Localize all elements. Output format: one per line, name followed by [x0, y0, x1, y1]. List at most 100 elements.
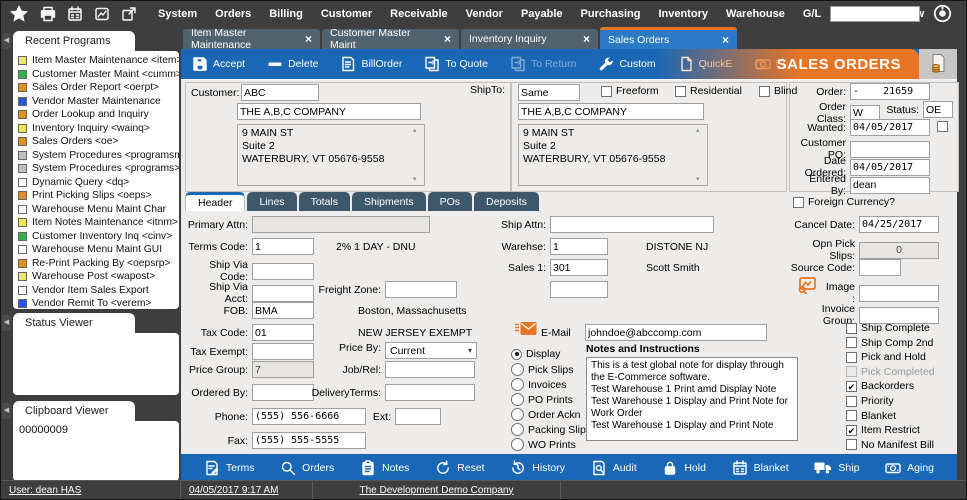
menu-orders[interactable]: Orders — [206, 8, 260, 20]
recent-programs-tab[interactable]: Recent Programs — [13, 31, 135, 51]
sales1-input[interactable] — [550, 259, 608, 276]
audit-bottom-button[interactable]: Audit — [585, 459, 643, 477]
tab-customer-master-maint[interactable]: Customer Master Maint× — [322, 29, 459, 49]
pick-slips-radio[interactable] — [511, 363, 524, 376]
sales2-input[interactable] — [550, 281, 608, 298]
program-item[interactable]: Warehouse Menu Maint GUI — [18, 243, 179, 257]
collapse-clipboard-viewer-button[interactable]: ◀ — [2, 403, 11, 419]
menu-warehouse[interactable]: Warehouse — [717, 8, 794, 20]
source-code-input[interactable] — [859, 259, 901, 276]
order-number-input[interactable] — [850, 83, 930, 100]
invoice-group-input[interactable] — [859, 307, 939, 324]
menu-system[interactable]: System — [149, 8, 206, 20]
program-item[interactable]: Warehouse Menu Maint Char — [18, 203, 179, 217]
customer-address-box[interactable]: 9 MAIN ST Suite 2 WATERBURY, VT 05676-95… — [237, 124, 425, 186]
entered-by-input[interactable] — [850, 177, 930, 194]
terms-code-input[interactable] — [252, 238, 314, 255]
status-company-link[interactable]: The Development Demo Company — [313, 481, 561, 499]
hold-bottom-button[interactable]: Hold — [656, 459, 712, 477]
tax-exempt-input[interactable] — [252, 343, 314, 360]
order-status-input[interactable] — [923, 101, 953, 118]
print-icon[interactable] — [40, 6, 56, 22]
warehse-input[interactable] — [550, 238, 608, 255]
detail-tab-lines[interactable]: Lines — [247, 192, 296, 211]
close-icon[interactable]: × — [583, 32, 590, 46]
freight-zone-input[interactable] — [385, 281, 457, 298]
history-bottom-button[interactable]: History — [504, 459, 571, 477]
phone-input[interactable] — [252, 408, 366, 425]
detail-tab-shipments[interactable]: Shipments — [352, 192, 426, 211]
packing-slips-radio[interactable] — [511, 423, 524, 436]
order-entry-icon[interactable] — [927, 53, 949, 75]
pick-and-hold-checkbox[interactable] — [846, 352, 857, 363]
detail-tab-deposits[interactable]: Deposits — [474, 192, 539, 211]
ext-input[interactable] — [395, 408, 441, 425]
notes-box[interactable]: This is a test global note for display t… — [586, 357, 798, 441]
ship-complete-checkbox[interactable] — [846, 323, 857, 334]
close-icon[interactable]: × — [722, 33, 729, 47]
ship-attn-input[interactable] — [550, 216, 714, 233]
no-manifest-bill-checkbox[interactable] — [846, 439, 857, 450]
fob-input[interactable] — [252, 302, 314, 319]
export-icon[interactable] — [121, 6, 137, 22]
program-item[interactable]: Print Picking Slips <oeps> — [18, 189, 179, 203]
priority-checkbox[interactable] — [846, 396, 857, 407]
accept-button[interactable]: Accept — [181, 49, 256, 79]
blind-checkbox[interactable] — [759, 86, 770, 97]
ordered-by-input[interactable] — [252, 384, 314, 401]
program-item[interactable]: Sales Orders <oe> — [18, 135, 179, 149]
delete-button[interactable]: Delete — [256, 49, 329, 79]
blanket-checkbox[interactable] — [846, 410, 857, 421]
status-user-link[interactable]: User: dean HAS — [1, 481, 181, 499]
program-item[interactable]: Warehouse Post <wapost> — [18, 270, 179, 284]
ship-via-code-input[interactable] — [252, 263, 314, 280]
program-item[interactable]: Dynamic Query <dq> — [18, 176, 179, 190]
delivery-terms-input[interactable] — [385, 384, 475, 401]
customer-code-input[interactable] — [241, 84, 319, 101]
menu-inventory[interactable]: Inventory — [649, 8, 717, 20]
close-icon[interactable]: × — [305, 32, 312, 46]
reset-bottom-button[interactable]: Reset — [429, 459, 490, 477]
shipto-code-input[interactable] — [518, 84, 580, 101]
program-item[interactable]: Vendor Master Maintenance — [18, 95, 179, 109]
notes-bottom-button[interactable]: Notes — [354, 459, 415, 477]
chart-image-icon[interactable] — [94, 6, 110, 22]
program-item[interactable]: Order Lookup and Inquiry — [18, 108, 179, 122]
image-icon[interactable] — [796, 276, 817, 295]
program-item[interactable]: Vendor Remit To <verem> — [18, 297, 179, 309]
order-ackn-radio[interactable] — [511, 408, 524, 421]
program-item[interactable]: Item Master Maintenance <item> — [18, 54, 179, 68]
program-item[interactable]: Vendor Item Sales Export — [18, 284, 179, 298]
menu-purchasing[interactable]: Purchasing — [572, 8, 650, 20]
global-search-input[interactable] — [830, 6, 920, 22]
favorites-star-icon[interactable] — [9, 4, 29, 24]
to-quote-button[interactable]: To Quote — [413, 49, 499, 79]
tab-sales-orders[interactable]: Sales Orders× — [600, 27, 737, 49]
ship-comp-2nd-checkbox[interactable] — [846, 337, 857, 348]
item-restrict-checkbox[interactable]: ✔ — [846, 425, 857, 436]
fax-input[interactable] — [252, 432, 366, 449]
ship-bottom-button[interactable]: Ship — [808, 459, 865, 476]
detail-tab-header[interactable]: Header — [185, 192, 245, 211]
tab-inventory-inquiry[interactable]: Inventory Inquiry× — [461, 29, 598, 49]
wanted-date-checkbox[interactable] — [937, 121, 948, 132]
detail-tab-pos[interactable]: POs — [428, 192, 472, 211]
menu-payable[interactable]: Payable — [512, 8, 572, 20]
program-item[interactable]: Item Notes Maintenance <itnm> — [18, 216, 179, 230]
detail-tab-totals[interactable]: Totals — [299, 192, 350, 211]
settings-power-icon[interactable] — [933, 4, 952, 23]
collapse-recent-programs-button[interactable]: ◀ — [2, 33, 11, 49]
wo-prints-radio[interactable] — [511, 438, 524, 451]
ship-via-acct-input[interactable] — [252, 285, 314, 302]
menu-receivable[interactable]: Receivable — [381, 8, 456, 20]
terms-bottom-button[interactable]: Terms — [198, 459, 261, 477]
clipboard-viewer-tab[interactable]: Clipboard Viewer — [13, 401, 135, 421]
menu-customer[interactable]: Customer — [312, 8, 381, 20]
invoices-radio[interactable] — [511, 378, 524, 391]
backorders-checkbox[interactable]: ✔ — [846, 381, 857, 392]
program-item[interactable]: System Procedures <programs> — [18, 162, 179, 176]
menu-billing[interactable]: Billing — [260, 8, 312, 20]
program-item[interactable]: Customer Master Maint <cumm> — [18, 68, 179, 82]
close-icon[interactable]: × — [444, 32, 451, 46]
blanket-bottom-button[interactable]: Blanket — [726, 459, 795, 477]
